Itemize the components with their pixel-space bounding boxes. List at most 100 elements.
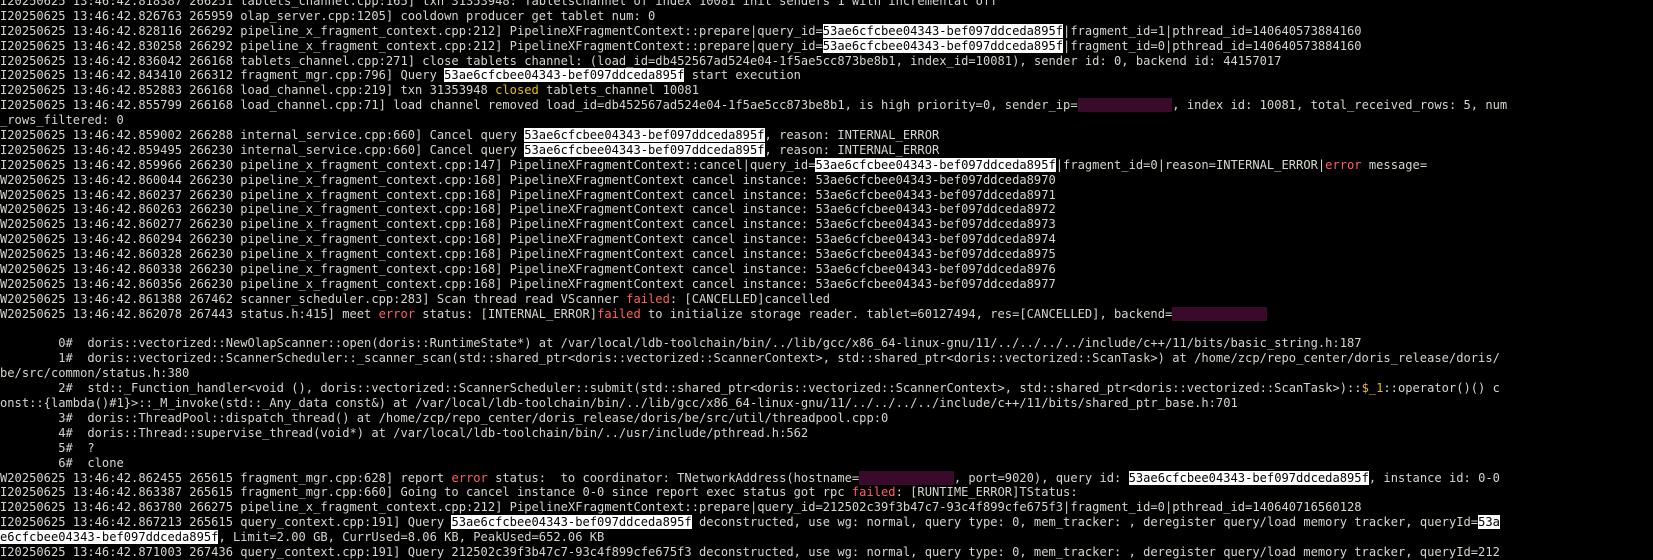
highlighted-query-id: 53ae6cfcbee04343-bef097ddceda895f	[444, 68, 685, 83]
log-text: I20250625 13:46:42.843410 266312 fragmen…	[0, 68, 445, 83]
log-text: W20250625 13:46:42.860263 266230 pipelin…	[0, 202, 1056, 217]
log-text: , reason: INTERNAL_ERROR	[764, 142, 940, 157]
log-line: 3# doris::ThreadPool::dispatch_thread() …	[0, 411, 1653, 426]
log-line: W20250625 13:46:42.861388 267462 scanner…	[0, 292, 1653, 307]
log-text: onst::{lambda()#1}>::_M_invoke(std::_Any…	[0, 396, 1238, 411]
log-text: I20250625 13:46:42.826763 265959 olap_se…	[0, 8, 656, 23]
log-line: W20250625 13:46:42.860237 266230 pipelin…	[0, 188, 1653, 203]
log-text: I20250625 13:46:42.828116 266292 pipelin…	[0, 23, 823, 38]
log-line: I20250625 13:46:42.871003 267436 query_c…	[0, 545, 1653, 560]
log-text: W20250625 13:46:42.860338 266230 pipelin…	[0, 262, 1056, 277]
log-line: 6# clone	[0, 456, 1653, 471]
log-text: I20250625 13:46:42.852883 266168 load_ch…	[0, 83, 496, 98]
log-text: W20250625 13:46:42.860356 266230 pipelin…	[0, 276, 1056, 291]
log-line: _rows_filtered: 0	[0, 113, 1653, 128]
log-text: start execution	[684, 68, 801, 83]
log-text: , instance id: 0-0	[1368, 470, 1500, 485]
error-keyword: error	[378, 306, 416, 321]
highlighted-query-id: 53ae6cfcbee04343-bef097ddceda895f	[524, 128, 765, 143]
error-keyword: failed	[851, 485, 896, 500]
log-text: , Limit=2.00 GB, CurrUsed=8.06 KB, PeakU…	[218, 530, 605, 545]
log-line: I20250625 13:46:42.863387 265615 fragmen…	[0, 485, 1653, 500]
error-keyword: error	[451, 470, 488, 485]
log-text: : [RUNTIME_ERROR]TStatus:	[895, 485, 1078, 500]
log-text: |fragment_id=0|pthread_id=14064057388416…	[1063, 38, 1362, 53]
log-text: , port=9020), query id:	[953, 470, 1129, 485]
log-text: I20250625 13:46:42.859966 266230 pipelin…	[0, 157, 816, 172]
error-keyword: error	[1325, 157, 1362, 172]
log-text: I20250625 13:46:42.863780 266275 pipelin…	[0, 500, 1362, 515]
log-text: W20250625 13:46:42.860328 266230 pipelin…	[0, 247, 1056, 262]
log-line: W20250625 13:46:42.860328 266230 pipelin…	[0, 247, 1653, 262]
log-text: 5# ?	[0, 440, 95, 455]
log-text: 4# doris::Thread::supervise_thread(void*…	[0, 425, 809, 440]
log-text: deconstructed, use wg: normal, query typ…	[691, 515, 1479, 530]
log-line: I20250625 13:46:42.863780 266275 pipelin…	[0, 500, 1653, 515]
log-line: 4# doris::Thread::supervise_thread(void*…	[0, 426, 1653, 441]
log-text: 0# doris::vectorized::NewOlapScanner::op…	[0, 336, 1362, 351]
log-line: I20250625 13:46:42.830258 266292 pipelin…	[0, 38, 1653, 54]
log-line: W20250625 13:46:42.860263 266230 pipelin…	[0, 202, 1653, 217]
log-line: W20250625 13:46:42.860277 266230 pipelin…	[0, 217, 1653, 232]
highlighted-query-id: 53ae6cfcbee04343-bef097ddceda895f	[822, 38, 1064, 53]
highlighted-query-id: 53ae6cfcbee04343-bef097ddceda895f	[1128, 470, 1369, 485]
redacted-block	[859, 470, 954, 485]
log-line: W20250625 13:46:42.860338 266230 pipelin…	[0, 262, 1653, 277]
log-line: I20250625 13:46:42.818387 266251 tablets…	[0, 0, 1653, 9]
log-text: I20250625 13:46:42.859495 266230 interna…	[0, 142, 525, 157]
highlighted-keyword: $_1	[1361, 381, 1384, 396]
log-text: W20250625 13:46:42.860294 266230 pipelin…	[0, 232, 1056, 247]
log-text: 3# doris::ThreadPool::dispatch_thread() …	[0, 410, 889, 425]
highlighted-query-id: 53ae6cfcbee04343-bef097ddceda895f	[451, 515, 692, 530]
log-line: W20250625 13:46:42.860044 266230 pipelin…	[0, 173, 1653, 188]
log-line: 2# std::_Function_handler<void (), doris…	[0, 381, 1653, 396]
log-text: 6# clone	[0, 455, 124, 470]
log-line: I20250625 13:46:42.859966 266230 pipelin…	[0, 157, 1653, 173]
log-line: I20250625 13:46:42.859495 266230 interna…	[0, 142, 1653, 158]
log-text: : [CANCELLED]cancelled	[669, 291, 831, 306]
log-line: I20250625 13:46:42.855799 266168 load_ch…	[0, 98, 1653, 113]
log-text: , index id: 10081, total_received_rows: …	[1172, 98, 1508, 113]
log-line: 1# doris::vectorized::ScannerScheduler::…	[0, 351, 1653, 366]
log-text: I20250625 13:46:42.871003 267436 query_c…	[0, 544, 1500, 559]
log-line: 5# ?	[0, 441, 1653, 456]
log-line: 0# doris::vectorized::NewOlapScanner::op…	[0, 336, 1653, 351]
log-text: ::operator()() c	[1383, 381, 1500, 396]
log-line: W20250625 13:46:42.862455 265615 fragmen…	[0, 470, 1653, 486]
terminal-output[interactable]: I20250625 13:46:42.818387 266251 tablets…	[0, 0, 1653, 560]
log-line: I20250625 13:46:42.843410 266312 fragmen…	[0, 68, 1653, 83]
log-text: |fragment_id=1|pthread_id=14064057388416…	[1063, 23, 1362, 38]
redacted-block	[1077, 98, 1173, 113]
log-text: , reason: INTERNAL_ERROR	[764, 128, 940, 143]
log-text: 2# std::_Function_handler<void (), doris…	[0, 381, 1362, 396]
log-text: I20250625 13:46:42.818387 266251 tablets…	[0, 0, 998, 8]
log-line: I20250625 13:46:42.859002 266288 interna…	[0, 128, 1653, 143]
log-line: I20250625 13:46:42.867213 265615 query_c…	[0, 515, 1653, 530]
log-line: e6cfcbee04343-bef097ddceda895f, Limit=2.…	[0, 530, 1653, 545]
highlighted-keyword: closed	[495, 83, 539, 98]
log-line: onst::{lambda()#1}>::_M_invoke(std::_Any…	[0, 396, 1653, 411]
log-line: I20250625 13:46:42.836042 266168 tablets…	[0, 54, 1653, 69]
log-text: to initialize storage reader. tablet=601…	[640, 306, 1173, 321]
log-text: tablets_channel 10081	[538, 83, 699, 98]
log-text: I20250625 13:46:42.836042 266168 tablets…	[0, 53, 1282, 68]
log-text: W20250625 13:46:42.860237 266230 pipelin…	[0, 187, 1056, 202]
log-text: message=	[1361, 157, 1428, 172]
log-text: I20250625 13:46:42.867213 265615 query_c…	[0, 515, 452, 530]
log-text: status: to coordinator: TNetworkAddress(…	[487, 470, 860, 485]
log-line: W20250625 13:46:42.860294 266230 pipelin…	[0, 232, 1653, 247]
log-text: W20250625 13:46:42.860044 266230 pipelin…	[0, 172, 1056, 187]
log-text: 1# doris::vectorized::ScannerScheduler::…	[0, 351, 1500, 366]
log-text: W20250625 13:46:42.861388 267462 scanner…	[0, 291, 627, 306]
highlighted-query-id: e6cfcbee04343-bef097ddceda895f	[0, 530, 219, 545]
log-text: I20250625 13:46:42.863387 265615 fragmen…	[0, 485, 852, 500]
highlighted-query-id: 53ae6cfcbee04343-bef097ddceda895f	[524, 142, 765, 157]
highlighted-query-id: 53ae6cfcbee04343-bef097ddceda895f	[815, 157, 1056, 172]
highlighted-query-id: 53ae6cfcbee04343-bef097ddceda895f	[822, 23, 1064, 38]
log-text: W20250625 13:46:42.860277 266230 pipelin…	[0, 217, 1056, 232]
log-text: W20250625 13:46:42.862078 267443 status.…	[0, 306, 379, 321]
log-line: be/src/common/status.h:380	[0, 366, 1653, 381]
log-text: be/src/common/status.h:380	[0, 366, 190, 381]
log-text: |fragment_id=0|reason=INTERNAL_ERROR|	[1055, 157, 1326, 172]
